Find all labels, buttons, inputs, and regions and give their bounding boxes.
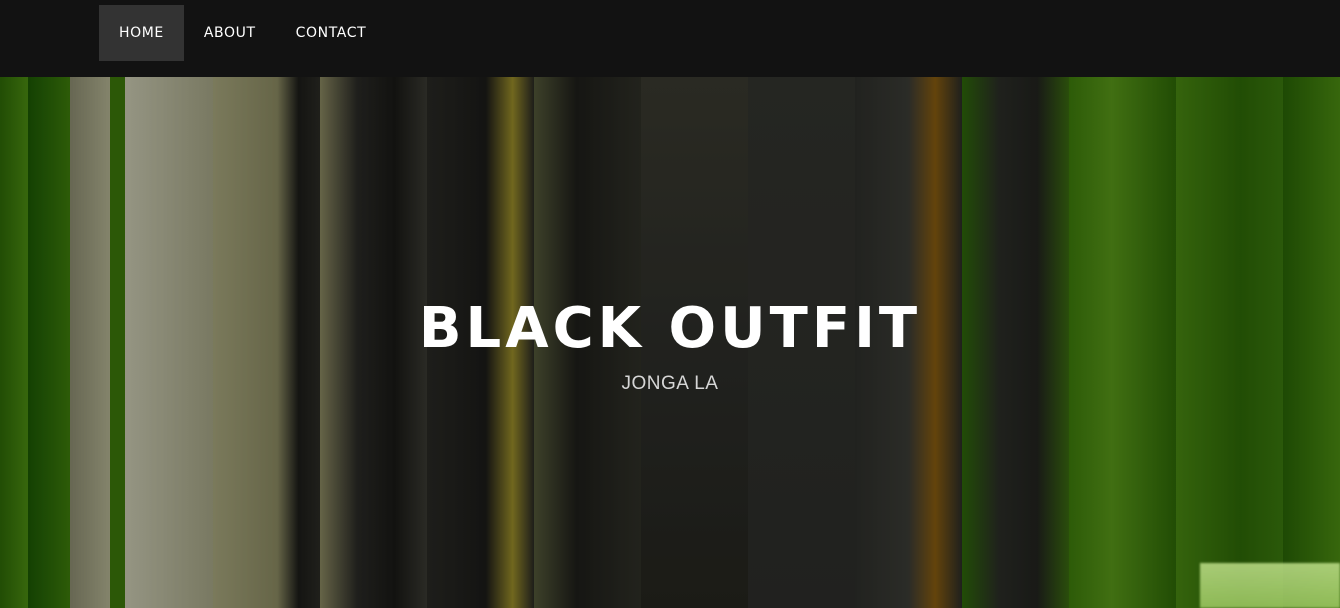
hero-title: BLACK OUTFIT	[418, 296, 922, 361]
nav-item-contact[interactable]: CONTACT	[276, 5, 387, 61]
nav-item-about[interactable]: ABOUT	[184, 5, 276, 61]
nav-menu: HOME ABOUT CONTACT	[99, 5, 386, 61]
hero-banner: BLACK OUTFIT JONGA LA	[0, 77, 1340, 608]
nav-item-about-label: ABOUT	[203, 25, 256, 41]
nav-item-contact-label: CONTACT	[295, 25, 367, 41]
corner-widget[interactable]	[1200, 563, 1340, 608]
hero-subtitle: JONGA LA	[621, 373, 719, 394]
nav-item-home-label: HOME	[119, 25, 164, 41]
top-navbar: HOME ABOUT CONTACT	[0, 0, 1340, 77]
nav-item-home[interactable]: HOME	[99, 5, 184, 61]
